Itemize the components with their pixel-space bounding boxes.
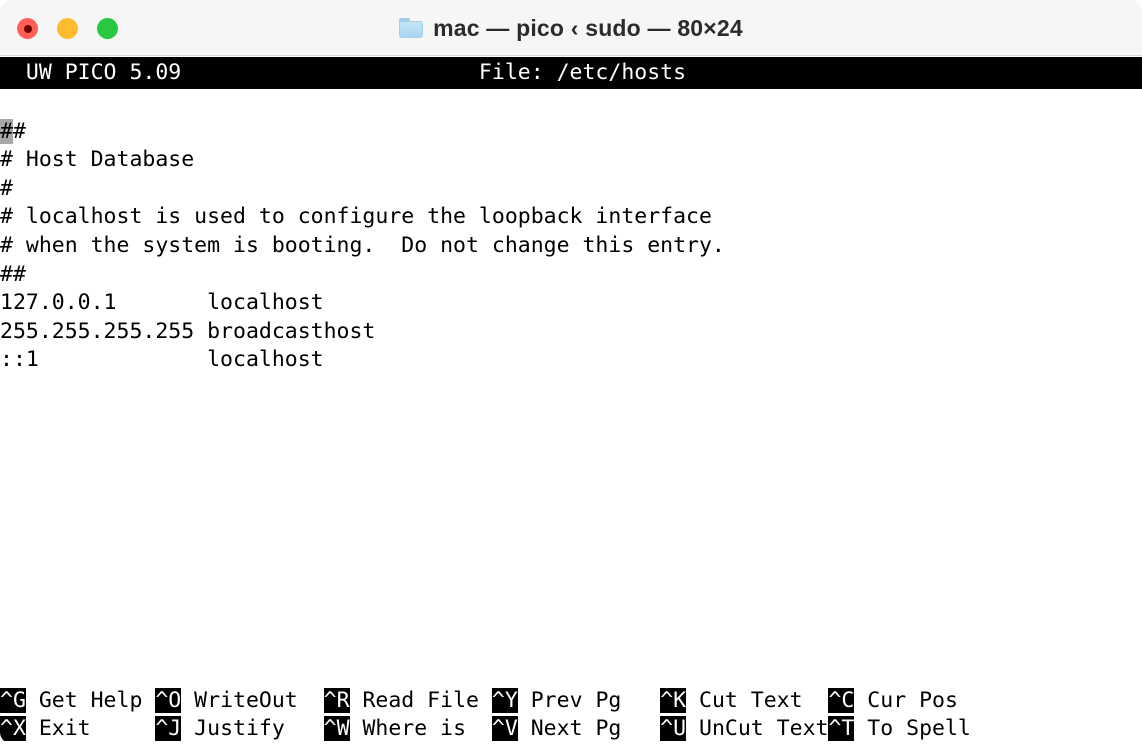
shortcut-key-ctrl-w[interactable]: ^W (323, 716, 350, 742)
editor-line-text (0, 462, 13, 487)
blank-row (0, 89, 1142, 118)
shortcut-key-ctrl-o[interactable]: ^O (155, 687, 182, 713)
editor-line-text: ::1 localhost (0, 347, 324, 373)
editor-line-text: 127.0.0.1 localhost (0, 290, 324, 316)
shortcut-label[interactable]: WriteOut (181, 688, 323, 713)
shortcut-key-ctrl-r[interactable]: ^R (323, 687, 350, 713)
shortcut-key-ctrl-x[interactable]: ^X (0, 716, 26, 742)
editor-line[interactable] (0, 489, 1142, 518)
editor-line-text (0, 548, 13, 573)
editor-line-text (0, 519, 13, 544)
help-row: ^G Get Help ^O WriteOut ^R Read File ^Y … (0, 687, 1142, 716)
editor-line[interactable]: 127.0.0.1 localhost (0, 289, 1142, 318)
editor-line[interactable]: ::1 localhost (0, 346, 1142, 375)
editor-line[interactable]: # when the system is booting. Do not cha… (0, 232, 1142, 261)
editor-line[interactable] (0, 661, 1142, 690)
editor-line-text: # localhost is used to configure the loo… (0, 204, 712, 230)
shortcut-label[interactable]: Next Pg (518, 716, 660, 741)
editor-line-text: # Host Database (0, 147, 195, 173)
editor-line-text (0, 605, 13, 630)
pico-help-bar: ^G Get Help ^O WriteOut ^R Read File ^Y … (0, 686, 1142, 744)
editor-line[interactable] (0, 604, 1142, 633)
editor-line[interactable]: # localhost is used to configure the loo… (0, 203, 1142, 232)
shortcut-key-ctrl-t[interactable]: ^T (828, 716, 855, 742)
shortcut-key-ctrl-v[interactable]: ^V (491, 716, 518, 742)
shortcut-label[interactable]: To Spell (854, 716, 971, 741)
pico-header-line: UW PICO 5.09 File: /etc/hosts (0, 60, 984, 85)
traffic-light-group (17, 18, 118, 39)
editor-line-text (0, 576, 13, 601)
editor-line[interactable] (0, 404, 1142, 433)
folder-icon (399, 18, 424, 38)
editor-line-text: ## (0, 261, 26, 287)
window-titlebar: mac — pico ‹ sudo — 80×24 (0, 0, 1142, 56)
editor-line[interactable] (0, 575, 1142, 604)
editor-line[interactable] (0, 632, 1142, 661)
window-title-group: mac — pico ‹ sudo — 80×24 (0, 0, 1142, 56)
text-cursor: # (0, 118, 13, 144)
editor-line[interactable]: # (0, 175, 1142, 204)
shortcut-label[interactable]: Justify (181, 716, 323, 741)
editor-line[interactable]: ## (0, 261, 1142, 290)
editor-line[interactable] (0, 518, 1142, 547)
editor-line-text (0, 433, 13, 458)
shortcut-label[interactable]: Cut Text (686, 688, 828, 713)
shortcut-label[interactable]: Prev Pg (518, 688, 660, 713)
editor-line[interactable] (0, 461, 1142, 490)
editor-line-text (0, 662, 13, 687)
zoom-button[interactable] (97, 18, 118, 39)
editor-line-text (0, 405, 13, 430)
terminal-window: mac — pico ‹ sudo — 80×24 UW PICO 5.09 F… (0, 0, 1142, 744)
editor-line[interactable]: 255.255.255.255 broadcasthost (0, 318, 1142, 347)
shortcut-key-ctrl-j[interactable]: ^J (155, 716, 182, 742)
minimize-button[interactable] (57, 18, 78, 39)
editor-line[interactable]: # Host Database (0, 146, 1142, 175)
editor-line[interactable] (0, 432, 1142, 461)
shortcut-label[interactable]: Get Help (26, 688, 155, 713)
shortcut-key-ctrl-c[interactable]: ^C (828, 687, 855, 713)
editor-line-text (0, 633, 13, 658)
editor-line-text: # (0, 175, 13, 201)
shortcut-key-ctrl-g[interactable]: ^G (0, 687, 26, 713)
window-title: mac — pico ‹ sudo — 80×24 (433, 14, 743, 41)
close-button[interactable] (17, 18, 38, 39)
shortcut-label[interactable]: UnCut Text (686, 716, 828, 741)
shortcut-label[interactable]: Read File (350, 688, 492, 713)
editor-line-text: # when the system is booting. Do not cha… (0, 232, 725, 258)
editor-line-text (0, 376, 13, 401)
shortcut-key-ctrl-y[interactable]: ^Y (491, 687, 518, 713)
editor-line-text (0, 490, 13, 515)
shortcut-label[interactable]: Exit (26, 716, 155, 741)
terminal-screen[interactable]: UW PICO 5.09 File: /etc/hosts ## # Host D… (0, 57, 1142, 744)
shortcut-key-ctrl-k[interactable]: ^K (660, 687, 687, 713)
editor-line[interactable] (0, 375, 1142, 404)
editor-text-buffer[interactable]: ## # Host Database # # localhost is used to… (0, 118, 1142, 690)
editor-line[interactable] (0, 547, 1142, 576)
shortcut-key-ctrl-u[interactable]: ^U (660, 716, 687, 742)
editor-line-text: # (12, 118, 26, 144)
editor-line[interactable]: ## (0, 118, 1142, 147)
shortcut-label[interactable]: Cur Pos (854, 688, 958, 713)
shortcut-label[interactable]: Where is (350, 716, 492, 741)
pico-header-bar: UW PICO 5.09 File: /etc/hosts (0, 57, 1142, 89)
help-row: ^X Exit ^J Justify ^W Where is ^V Next P… (0, 715, 1142, 744)
editor-line-text: 255.255.255.255 broadcasthost (0, 318, 376, 344)
